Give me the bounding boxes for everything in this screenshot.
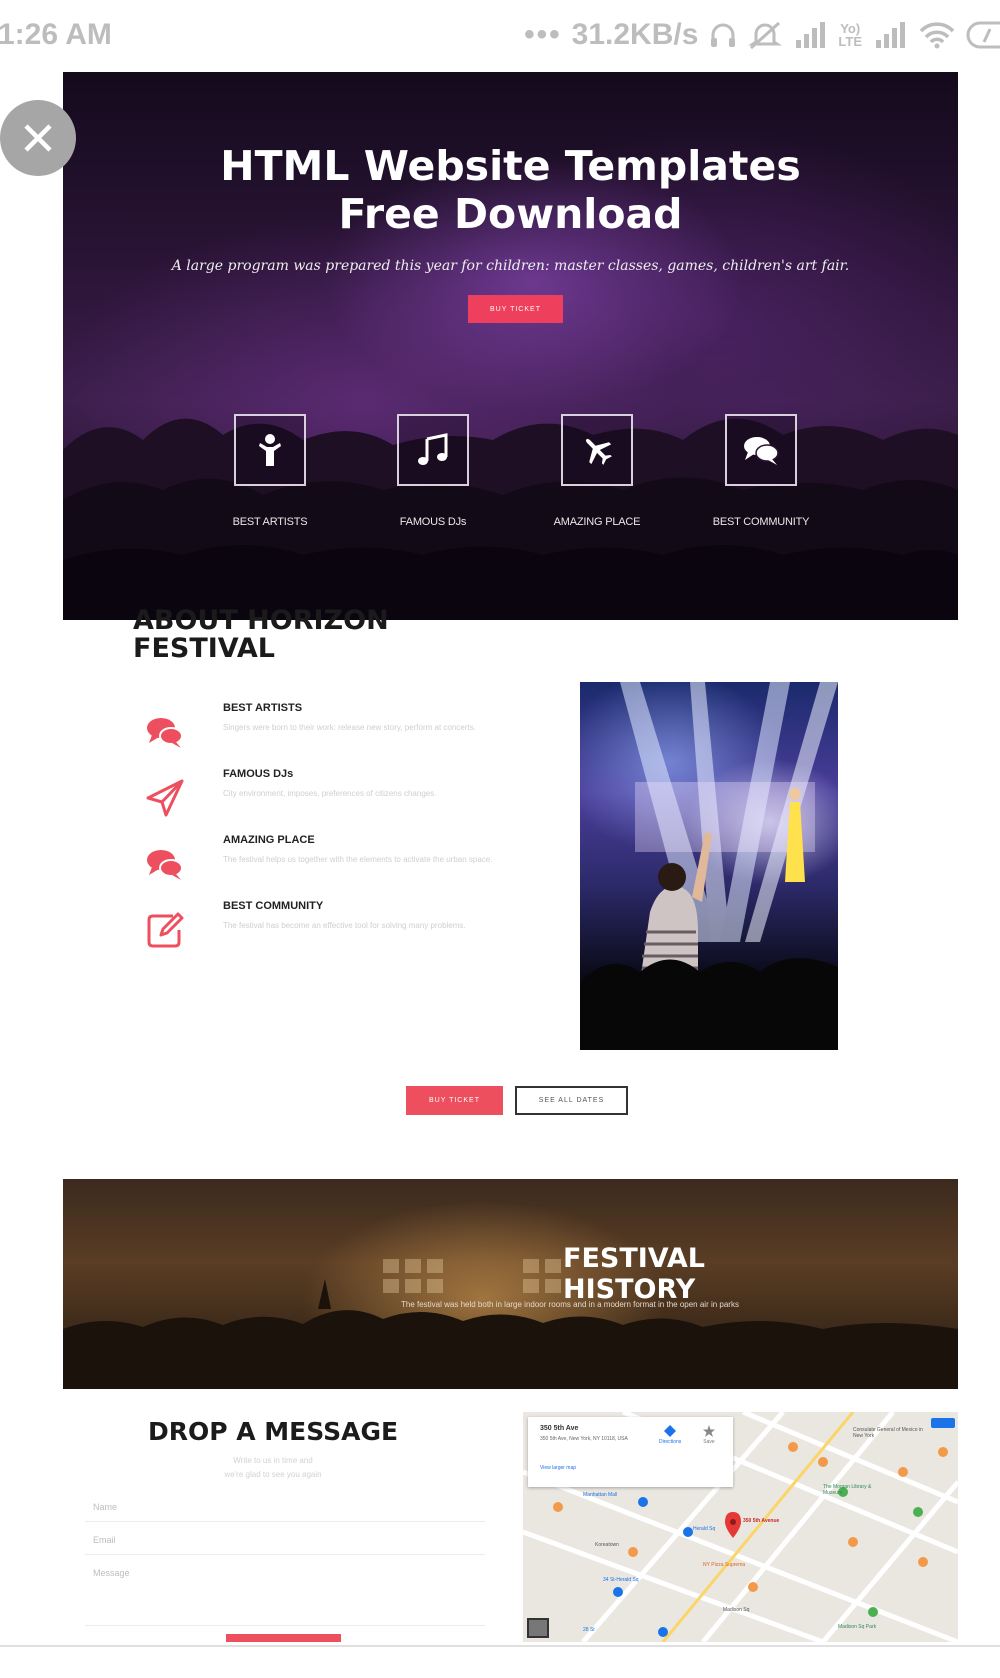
map-label-herald: Herald Sq (693, 1526, 716, 1532)
history-text: The festival was held both in large indo… (401, 1300, 739, 1309)
map-label-28st: 28 St (583, 1627, 595, 1633)
paper-plane-icon (146, 779, 184, 817)
concert-photo (580, 682, 838, 1050)
feature-amazing-place[interactable]: AMAZING PLACE (517, 414, 677, 528)
feature-label: BEST COMMUNITY (712, 516, 810, 528)
battery-icon (966, 21, 1000, 49)
about-title: ABOUT HORIZON FESTIVAL (133, 605, 389, 664)
buy-ticket-button[interactable]: BUY TICKET (406, 1086, 503, 1115)
mute-icon (748, 21, 783, 50)
concert-photo-art (580, 682, 838, 1050)
feature-label: FAMOUS DJs (399, 516, 467, 528)
feature-best-community[interactable]: BEST COMMUNITY (681, 414, 841, 528)
hero-section: HTML Website Templates Free Download A l… (63, 72, 958, 620)
about-item-title: BEST ARTISTS (223, 702, 303, 714)
directions-label: Directions (659, 1439, 682, 1445)
status-bar: 1:26 AM ••• 31.2KB/s Yo) LTE (0, 0, 1000, 72)
signal-icon (876, 22, 905, 48)
chat-bubbles-icon (744, 437, 779, 465)
feature-label: BEST ARTISTS (232, 516, 308, 528)
dots-icon: ••• (524, 18, 562, 51)
map-card-title: 350 5th Ave (540, 1425, 579, 1432)
map-label-madison-park: Madison Sq Park (838, 1624, 877, 1630)
map-label-ny-pizza: NY Pizza Suprema (703, 1562, 746, 1568)
wifi-icon (919, 22, 955, 49)
chat-bubbles-icon (147, 718, 183, 748)
history-title: FESTIVAL HISTORY (563, 1243, 705, 1305)
email-field[interactable]: Email (85, 1535, 485, 1555)
save-button[interactable]: Save (703, 1425, 715, 1445)
name-field[interactable]: Name (85, 1502, 485, 1522)
view-larger-map-link[interactable]: View larger map (540, 1465, 576, 1471)
map-card-address: 350 5th Ave, New York, NY 10118, USA (540, 1436, 628, 1442)
hero-title-line2: Free Download (338, 190, 683, 238)
star-icon (703, 1425, 715, 1437)
edit-icon (147, 912, 184, 948)
see-all-dates-button[interactable]: SEE ALL DATES (515, 1086, 628, 1115)
hero-subtitle: A large program was prepared this year f… (171, 258, 850, 274)
feature-box (561, 414, 633, 486)
map-label-manhattan-mall: Manhattan Mall (583, 1492, 618, 1498)
subtitle-line1: Write to us in time and (233, 1456, 313, 1465)
about-item-title: FAMOUS DJs (223, 768, 294, 780)
subtitle-line2: we're glad to see you again (224, 1470, 322, 1479)
feature-best-artists[interactable]: BEST ARTISTS (190, 414, 350, 528)
close-button[interactable] (0, 100, 76, 176)
network-speed: 31.2KB/s (571, 18, 699, 51)
status-time: 1:26 AM (0, 18, 112, 51)
about-item-text: The festival helps us together with the … (223, 855, 493, 864)
chat-bubbles-icon (147, 850, 183, 880)
map-label-34st: 34 St-Herald Sq (603, 1577, 639, 1583)
drop-message-title: DROP A MESSAGE (147, 1417, 399, 1446)
close-icon (24, 124, 52, 152)
message-field[interactable]: Message (85, 1568, 485, 1626)
about-item-title: BEST COMMUNITY (223, 900, 324, 912)
map-label-koreatown: Koreatown (595, 1542, 619, 1548)
directions-icon (664, 1425, 677, 1437)
map-info-card: 350 5th Ave 350 5th Ave, New York, NY 10… (528, 1417, 733, 1487)
headphones-icon (711, 23, 736, 47)
status-indicators: ••• 31.2KB/s Yo) LTE (524, 18, 1000, 52)
map-label-morgan: The Morgan Library & Museum (823, 1484, 872, 1496)
directions-button[interactable]: Directions (659, 1425, 681, 1445)
about-item-text: City environment, imposes, preferences o… (223, 789, 437, 798)
hero-title: HTML Website Templates Free Download (63, 142, 958, 238)
map-pin-label: 350 5th Avenue (743, 1518, 780, 1524)
person-icon (259, 434, 281, 466)
feature-famous-djs[interactable]: FAMOUS DJs (353, 414, 513, 528)
volte-icon: Yo) LTE (838, 21, 862, 49)
about-item-text: Singers were born to their work: release… (223, 723, 476, 732)
map-label-madison: Madison Sq (723, 1607, 750, 1613)
drop-message-subtitle: Write to us in time and we're glad to se… (173, 1454, 373, 1482)
feature-box (725, 414, 797, 486)
feature-label: AMAZING PLACE (553, 516, 641, 528)
bottom-divider (0, 1645, 1000, 1647)
about-item-title: AMAZING PLACE (223, 834, 315, 846)
send-button[interactable] (226, 1634, 341, 1642)
buy-ticket-button[interactable]: BUY TICKET (468, 295, 563, 323)
signal-icon (796, 22, 826, 48)
music-note-icon (418, 433, 448, 465)
map-label-consulate: Consulate General of Mexico in New York (853, 1427, 923, 1439)
map-embed[interactable]: 350 5th Ave 350 5th Ave, New York, NY 10… (523, 1412, 958, 1642)
airplane-icon (585, 438, 612, 465)
feature-box (234, 414, 306, 486)
save-label: Save (703, 1439, 715, 1445)
feature-box (397, 414, 469, 486)
hero-title-line1: HTML Website Templates (220, 142, 801, 190)
about-item-text: The festival has become an effective too… (223, 921, 466, 930)
